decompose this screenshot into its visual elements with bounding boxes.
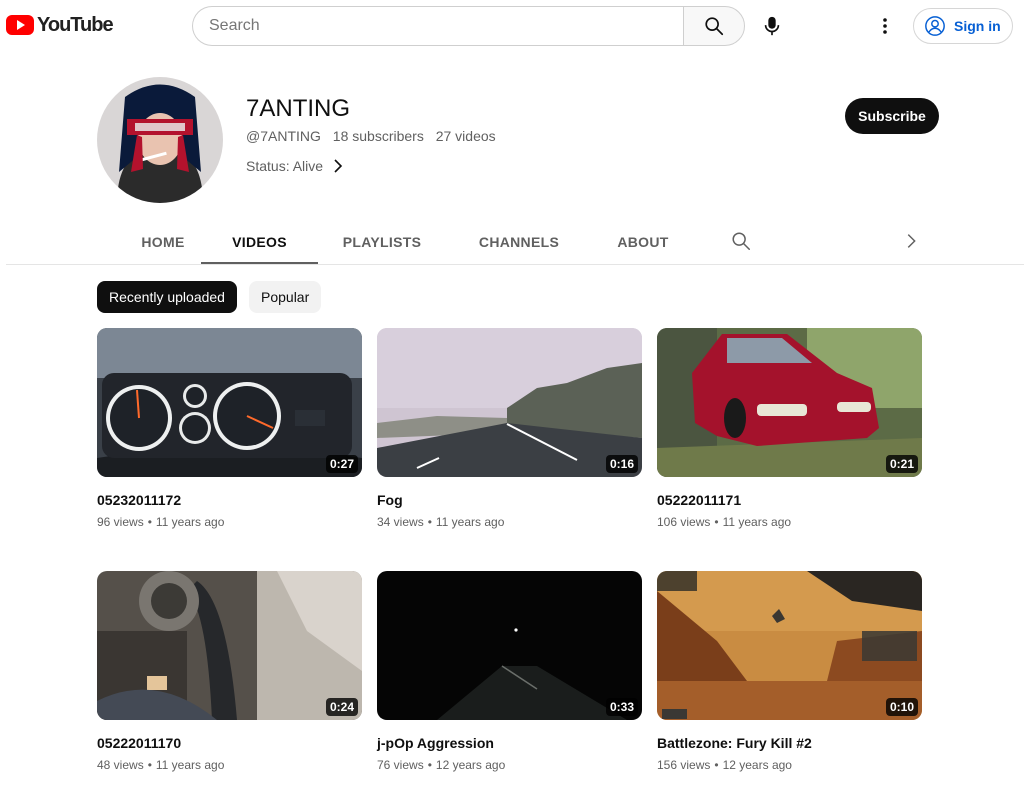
video-card[interactable]: 0:10 Battlezone: Fury Kill #2 156 views •… (657, 571, 922, 772)
video-thumbnail[interactable]: 0:24 (97, 571, 362, 720)
video-views: 48 views (97, 758, 144, 772)
channel-name: 7ANTING (246, 95, 351, 122)
video-duration: 0:33 (605, 698, 638, 716)
video-title[interactable]: 05222011170 (97, 734, 362, 752)
search-button[interactable] (683, 6, 745, 46)
search-input[interactable] (192, 6, 683, 46)
video-duration: 0:27 (325, 455, 358, 473)
settings-menu-button[interactable] (865, 6, 905, 46)
tab-playlists[interactable]: PLAYLISTS (330, 222, 434, 265)
video-views: 34 views (377, 515, 424, 529)
channel-status-text: Status: Alive (246, 158, 324, 174)
video-meta: 34 views • 11 years ago (377, 515, 505, 529)
tab-home[interactable]: HOME (112, 222, 214, 265)
video-age: 12 years ago (435, 758, 506, 772)
video-duration: 0:16 (605, 455, 638, 473)
video-title[interactable]: j-pOp Aggression (377, 734, 642, 752)
video-meta: 48 views • 11 years ago (97, 758, 225, 772)
video-views: 156 views (657, 758, 711, 772)
sign-in-button[interactable]: Sign in (913, 8, 1013, 44)
search-icon (732, 232, 750, 250)
video-thumbnail[interactable]: 0:27 (97, 328, 362, 477)
chevron-right-icon (907, 234, 916, 248)
video-views: 76 views (377, 758, 424, 772)
video-age: 11 years ago (722, 515, 792, 529)
video-views: 106 views (657, 515, 711, 529)
subscriber-count: 18 subscribers (332, 128, 424, 144)
video-duration: 0:21 (885, 455, 918, 473)
tabs-scroll-right-button[interactable] (900, 230, 924, 254)
channel-handle: @7ANTING (246, 128, 321, 144)
video-count: 27 videos (435, 128, 496, 144)
video-meta: 106 views • 11 years ago (657, 515, 792, 529)
video-card[interactable]: 0:16 Fog 34 views • 11 years ago (377, 328, 642, 529)
channel-tabs: HOME VIDEOS PLAYLISTS CHANNELS ABOUT (0, 222, 1024, 265)
chip-recently-uploaded[interactable]: Recently uploaded (97, 281, 237, 313)
channel-avatar[interactable] (97, 77, 223, 203)
video-title[interactable]: Battlezone: Fury Kill #2 (657, 734, 922, 752)
chevron-right-icon (334, 159, 343, 173)
search-bar (192, 6, 745, 46)
video-age: 11 years ago (155, 515, 225, 529)
tab-videos[interactable]: VIDEOS (201, 222, 318, 265)
video-duration: 0:24 (325, 698, 358, 716)
tabs-divider (6, 264, 1024, 265)
video-title[interactable]: 05232011172 (97, 491, 362, 509)
tab-about[interactable]: ABOUT (605, 222, 681, 265)
video-age: 11 years ago (435, 515, 505, 529)
microphone-icon (764, 16, 780, 36)
channel-meta: @7ANTING 18 subscribers 27 videos (246, 128, 504, 144)
logo-text: YouTube (37, 13, 114, 36)
video-card[interactable]: 0:21 05222011171 106 views • 11 years ago (657, 328, 922, 529)
video-thumbnail[interactable]: 0:21 (657, 328, 922, 477)
video-card[interactable]: 0:24 05222011170 48 views • 11 years ago (97, 571, 362, 772)
chip-popular[interactable]: Popular (249, 281, 322, 313)
video-title[interactable]: Fog (377, 491, 642, 509)
channel-description[interactable]: Status: Alive (246, 158, 343, 174)
more-vertical-icon (883, 18, 887, 34)
voice-search-button[interactable] (752, 6, 792, 46)
video-duration: 0:10 (885, 698, 918, 716)
video-thumbnail[interactable]: 0:33 (377, 571, 642, 720)
sign-in-label: Sign in (954, 18, 1001, 34)
video-thumbnail[interactable]: 0:16 (377, 328, 642, 477)
masthead: YouTube Sign in (0, 0, 1024, 52)
channel-search-button[interactable] (730, 230, 754, 254)
video-meta: 76 views • 12 years ago (377, 758, 506, 772)
video-card[interactable]: 0:27 05232011172 96 views • 11 years ago (97, 328, 362, 529)
account-icon (925, 16, 945, 36)
youtube-play-icon (6, 15, 34, 35)
video-age: 11 years ago (155, 758, 225, 772)
video-age: 12 years ago (722, 758, 792, 772)
subscribe-button[interactable]: Subscribe (845, 98, 939, 134)
video-card[interactable]: 0:33 j-pOp Aggression 76 views • 12 years … (377, 571, 642, 772)
video-meta: 156 views • 12 years ago (657, 758, 792, 772)
video-title[interactable]: 05222011171 (657, 491, 922, 509)
video-thumbnail[interactable]: 0:10 (657, 571, 922, 720)
video-meta: 96 views • 11 years ago (97, 515, 225, 529)
video-views: 96 views (97, 515, 144, 529)
tab-channels[interactable]: CHANNELS (466, 222, 572, 265)
youtube-logo[interactable]: YouTube (6, 13, 114, 37)
search-icon (705, 17, 724, 36)
